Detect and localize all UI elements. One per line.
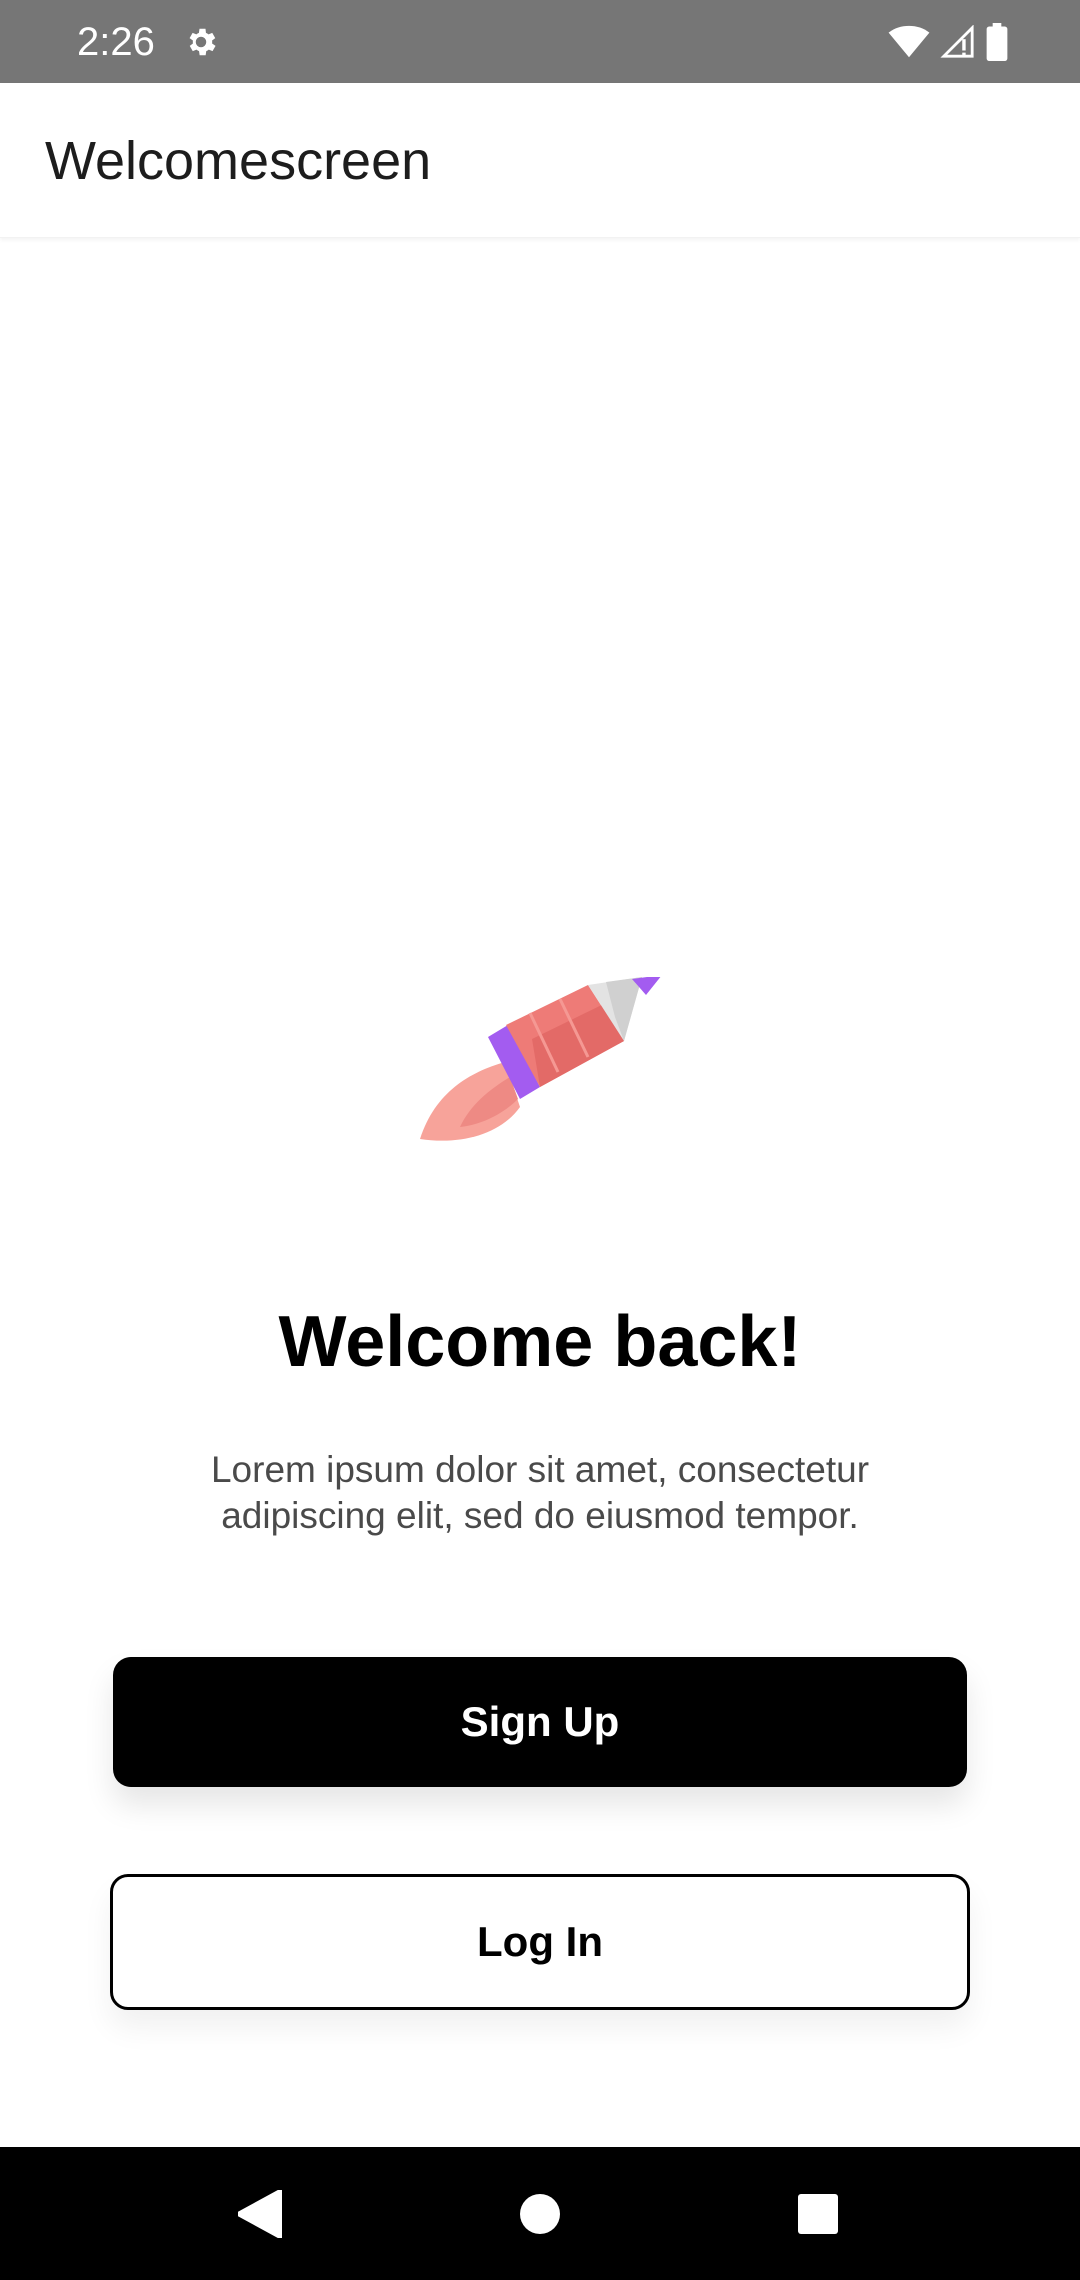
app-bar: Welcomescreen [0, 83, 1080, 238]
navigation-bar [0, 2147, 1080, 2280]
status-time: 2:26 [77, 20, 155, 64]
status-bar: 2:26 [0, 0, 1080, 83]
rocket-icon [420, 977, 661, 1141]
back-button[interactable] [200, 2147, 320, 2280]
battery-icon [986, 23, 1008, 61]
recents-icon [798, 2193, 838, 2234]
welcome-subtext: Lorem ipsum dolor sit amet, consectetur … [210, 1449, 870, 1536]
home-button[interactable] [480, 2147, 600, 2280]
app-title: Welcomescreen [45, 131, 432, 191]
main-content: Welcome back! Lorem ipsum dolor sit amet… [0, 237, 1080, 2147]
signal-icon [940, 25, 974, 58]
status-icons [888, 22, 1008, 62]
log-in-button[interactable]: Log In [110, 1874, 970, 2010]
home-icon [520, 2193, 560, 2234]
recents-button[interactable] [758, 2147, 878, 2280]
gear-icon [189, 28, 216, 56]
sign-up-label: Sign Up [460, 1698, 620, 1745]
back-icon [238, 2189, 282, 2238]
wifi-icon [888, 25, 930, 58]
sign-up-button[interactable]: Sign Up [113, 1657, 967, 1787]
welcome-headline: Welcome back! [278, 1302, 802, 1382]
log-in-label: Log In [477, 1918, 603, 1965]
